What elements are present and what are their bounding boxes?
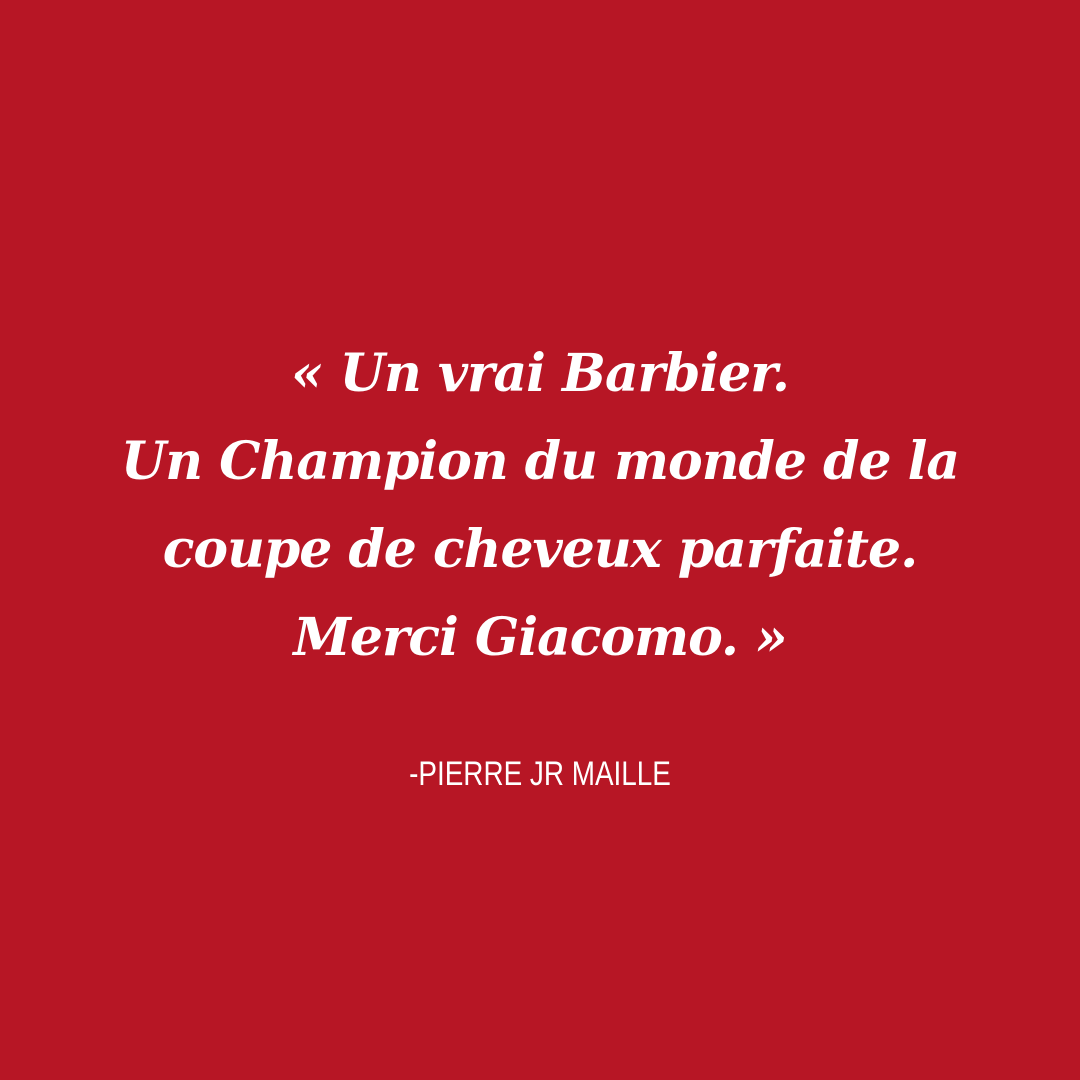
quote-card: « Un vrai Barbier. Un Champion du monde … bbox=[0, 0, 1080, 1080]
testimonial-quote: « Un vrai Barbier. Un Champion du monde … bbox=[0, 330, 1080, 682]
quote-attribution: -PIERRE JR MAILLE bbox=[409, 755, 671, 793]
quote-line-2: Un Champion du monde de la bbox=[120, 431, 960, 492]
quote-line-3: coupe de cheveux parfaite. bbox=[162, 519, 918, 580]
quote-line-4: Merci Giacomo. » bbox=[293, 607, 787, 668]
quote-line-1: « Un vrai Barbier. bbox=[291, 343, 790, 404]
